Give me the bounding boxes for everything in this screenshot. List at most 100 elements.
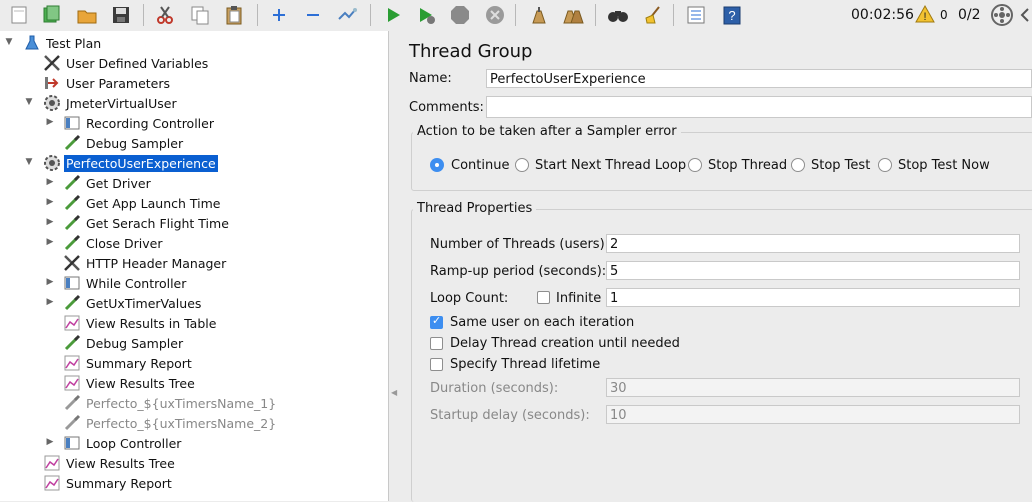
expand-toggle-icon[interactable]: ▶ <box>45 177 55 187</box>
graph-icon <box>42 453 62 473</box>
loop-count-field[interactable]: 1 <box>606 288 1020 307</box>
tree-node-summary-report-root[interactable]: Summary Report <box>42 473 174 493</box>
function-helper-icon[interactable] <box>683 2 709 28</box>
tree-node-get-search-flight-time[interactable]: Get Serach Flight Time <box>62 213 231 233</box>
continue-radio[interactable] <box>430 158 444 172</box>
svg-text:?: ? <box>728 8 735 23</box>
save-icon[interactable] <box>108 2 134 28</box>
expand-toggle-icon[interactable]: ▶ <box>45 117 55 127</box>
collapse-toggle-icon[interactable]: ▼ <box>4 37 14 47</box>
split-pane-divider[interactable] <box>389 31 409 501</box>
tree-node-debug-sampler[interactable]: Debug Sampler <box>62 133 185 153</box>
name-field[interactable]: PerfectoUserExperience <box>486 69 1032 88</box>
name-label: Name: <box>409 71 452 86</box>
graph-icon <box>62 373 82 393</box>
graph-icon <box>62 313 82 333</box>
cut-icon[interactable] <box>152 2 178 28</box>
infinite-label[interactable]: Infinite <box>556 291 601 306</box>
graph-icon <box>62 353 82 373</box>
reset-search-broom-icon[interactable] <box>640 2 666 28</box>
start-no-pauses-icon[interactable] <box>413 2 439 28</box>
open-folder-icon[interactable] <box>74 2 100 28</box>
divider-grip-icon[interactable]: ◀ <box>391 388 397 397</box>
collapse-toggle-icon[interactable]: ▼ <box>24 97 34 107</box>
sampler-error-legend: Action to be taken after a Sampler error <box>413 124 681 139</box>
threads-field[interactable]: 2 <box>606 234 1020 253</box>
stop-thread-radio[interactable] <box>688 158 702 172</box>
stop-test-label[interactable]: Stop Test <box>811 158 870 173</box>
tree-node-user-parameters[interactable]: User Parameters <box>42 73 172 93</box>
new-test-plan-icon[interactable] <box>6 2 32 28</box>
svg-text:!: ! <box>923 11 926 23</box>
shutdown-icon[interactable] <box>482 2 508 28</box>
expand-toggle-icon[interactable]: ▶ <box>45 277 55 287</box>
specify-lifetime-checkbox[interactable] <box>430 358 443 371</box>
tree-node-view-results-tree[interactable]: View Results Tree <box>62 373 197 393</box>
same-user-label[interactable]: Same user on each iteration <box>450 315 634 330</box>
tree-node-debug-sampler-2[interactable]: Debug Sampler <box>62 333 185 353</box>
start-next-thread-loop-label[interactable]: Start Next Thread Loop <box>535 158 686 173</box>
tree-node-perfecto-timer-2[interactable]: Perfecto_${uxTimersName_2} <box>62 413 278 433</box>
threads-label: Number of Threads (users): <box>430 237 610 252</box>
warning-icon[interactable]: ! <box>914 3 936 25</box>
expand-toggle-icon[interactable]: ▶ <box>45 437 55 447</box>
rampup-field[interactable]: 5 <box>606 261 1020 280</box>
delay-thread-creation-checkbox[interactable] <box>430 337 443 350</box>
paste-icon[interactable] <box>221 2 247 28</box>
search-binoculars-icon[interactable] <box>605 2 631 28</box>
start-next-thread-loop-radio[interactable] <box>515 158 529 172</box>
controller-icon <box>62 273 82 293</box>
stop-test-radio[interactable] <box>791 158 805 172</box>
expand-all-icon[interactable] <box>266 2 292 28</box>
tree-node-summary-report[interactable]: Summary Report <box>62 353 194 373</box>
clear-all-icon[interactable] <box>560 2 586 28</box>
expand-toggle-icon[interactable]: ▶ <box>45 237 55 247</box>
remote-status-icon[interactable] <box>989 2 1015 28</box>
tree-node-jmeter-virtual-user[interactable]: JmeterVirtualUser <box>42 93 179 113</box>
duration-field[interactable]: 30 <box>606 378 1020 397</box>
expand-toggle-icon[interactable]: ▶ <box>45 197 55 207</box>
startup-delay-field[interactable]: 10 <box>606 405 1020 424</box>
tree-node-get-driver[interactable]: Get Driver <box>62 173 153 193</box>
stop-test-now-radio[interactable] <box>878 158 892 172</box>
tree-node-get-ux-timer-values[interactable]: GetUxTimerValues <box>62 293 203 313</box>
specify-lifetime-label[interactable]: Specify Thread lifetime <box>450 357 600 372</box>
continue-label[interactable]: Continue <box>451 158 509 173</box>
toggle-icon[interactable] <box>334 2 360 28</box>
tree-node-perfecto-timer-1[interactable]: Perfecto_${uxTimersName_1} <box>62 393 278 413</box>
pipette-icon <box>62 173 82 193</box>
collapse-toggle-icon[interactable]: ▼ <box>24 157 34 167</box>
clear-icon[interactable] <box>526 2 552 28</box>
expand-toggle-icon[interactable]: ▶ <box>45 297 55 307</box>
same-user-checkbox[interactable] <box>430 314 443 329</box>
tree-node-view-results-tree-root[interactable]: View Results Tree <box>42 453 177 473</box>
expand-toggle-icon[interactable]: ▶ <box>45 217 55 227</box>
help-icon[interactable]: ? <box>719 2 745 28</box>
start-icon[interactable] <box>380 2 406 28</box>
gear-icon <box>42 93 62 113</box>
stop-icon[interactable] <box>447 2 473 28</box>
tree-node-close-driver[interactable]: Close Driver <box>62 233 165 253</box>
tree-node-loop-controller[interactable]: Loop Controller <box>62 433 183 453</box>
copy-icon[interactable] <box>187 2 213 28</box>
tree-node-while-controller[interactable]: While Controller <box>62 273 188 293</box>
tree-node-user-defined-variables[interactable]: User Defined Variables <box>42 53 210 73</box>
tree-node-view-results-in-table[interactable]: View Results in Table <box>62 313 218 333</box>
tree-node-http-header-manager[interactable]: HTTP Header Manager <box>62 253 228 273</box>
stop-test-now-label[interactable]: Stop Test Now <box>898 158 990 173</box>
tree-node-get-app-launch-time[interactable]: Get App Launch Time <box>62 193 222 213</box>
stop-thread-label[interactable]: Stop Thread <box>708 158 787 173</box>
pipette-icon <box>62 193 82 213</box>
infinite-checkbox[interactable] <box>537 291 550 304</box>
tree-node-label: Debug Sampler <box>86 135 184 151</box>
delay-thread-creation-label[interactable]: Delay Thread creation until needed <box>450 336 680 351</box>
comments-field[interactable] <box>486 96 1032 118</box>
startup-delay-label: Startup delay (seconds): <box>430 408 590 423</box>
tree-node-perfecto-user-experience[interactable]: PerfectoUserExperience <box>42 153 218 173</box>
graph-icon <box>42 473 62 493</box>
templates-icon[interactable] <box>38 2 64 28</box>
tree-node-test-plan[interactable]: Test Plan <box>22 33 103 53</box>
toolbar-overflow-icon[interactable] <box>1020 2 1032 28</box>
collapse-all-icon[interactable] <box>300 2 326 28</box>
tree-node-recording-controller[interactable]: Recording Controller <box>62 113 216 133</box>
